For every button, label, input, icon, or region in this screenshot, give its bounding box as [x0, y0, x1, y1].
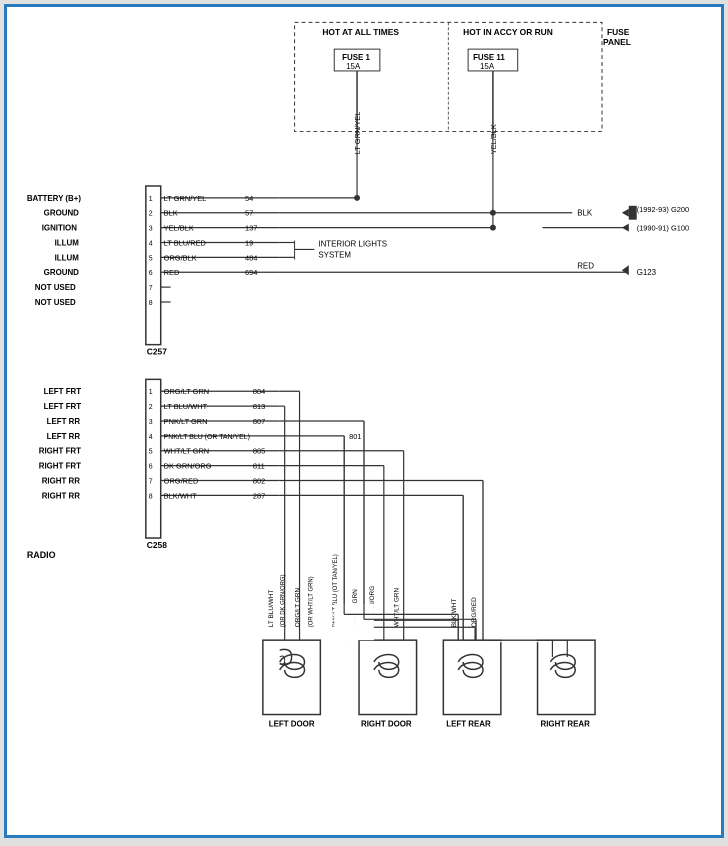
c258-pin3-wire: PNK/LT GRN [164, 417, 208, 426]
c258-pin8-id: 287 [253, 491, 265, 500]
svg-text:7: 7 [149, 478, 153, 485]
left-rr1-label: LEFT RR [47, 417, 81, 426]
fuse1-value: 15A [346, 62, 361, 71]
left-frt1-label: LEFT FRT [44, 387, 82, 396]
red-wire-label: RED [577, 261, 594, 270]
pin4-wire: LT BLU/RED [164, 238, 206, 247]
pin3-wire: YEL/BLK [164, 224, 194, 233]
svg-text:PANEL: PANEL [603, 37, 631, 47]
c258-pin1-id: 804 [253, 387, 265, 396]
ground2-label: GROUND [44, 268, 79, 277]
pin5-wire: ORG/BLK [164, 253, 197, 262]
svg-text:6: 6 [149, 270, 153, 277]
c258-pin2-wire: LT BLU/WHT [164, 402, 208, 411]
svg-text:4: 4 [149, 240, 153, 247]
svg-text:5: 5 [149, 449, 153, 456]
c258-pin2-id: 813 [253, 402, 265, 411]
pin6-wire: RED [164, 268, 180, 277]
left-frt2-label: LEFT FRT [44, 402, 82, 411]
ignition-label: IGNITION [42, 224, 77, 233]
fuse11-label: FUSE 11 [473, 53, 505, 62]
g100-label: (1990-91) G100 [637, 224, 689, 233]
svg-text:8: 8 [149, 300, 153, 307]
pin3-id: 137 [245, 224, 257, 233]
c258-pin6-id: 811 [253, 462, 265, 471]
left-door-wire2: ORG/LT GRN [295, 587, 302, 627]
svg-text:1: 1 [149, 196, 153, 203]
right-frt1-label: RIGHT FRT [39, 447, 81, 456]
diagram-container: HOT AT ALL TIMES HOT IN ACCY OR RUN FUSE… [7, 7, 721, 835]
svg-text:7: 7 [149, 285, 153, 292]
svg-text:1: 1 [149, 389, 153, 396]
svg-text:2: 2 [149, 404, 153, 411]
svg-text:4: 4 [149, 434, 153, 441]
c258-pin7-wire: ORG/RED [164, 476, 199, 485]
c258-pin8-wire: BLK/WHT [164, 491, 197, 500]
svg-text:6: 6 [149, 464, 153, 471]
fuse-panel-label: FUSE [607, 27, 630, 37]
radio-label: RADIO [27, 550, 56, 560]
pin6-id: 694 [245, 268, 257, 277]
not-used1-label: NOT USED [35, 283, 76, 292]
g123-label: G123 [637, 268, 657, 277]
svg-text:8: 8 [149, 493, 153, 500]
not-used2-label: NOT USED [35, 298, 76, 307]
c258-pin5-wire: WHT/LT GRN [164, 447, 210, 456]
svg-text:5: 5 [149, 255, 153, 262]
c258-pin5-id: 805 [253, 447, 265, 456]
svg-text:3: 3 [149, 419, 153, 426]
left-rear-label: LEFT REAR [446, 719, 491, 728]
battery-label: BATTERY (B+) [27, 194, 82, 203]
svg-text:3: 3 [149, 226, 153, 233]
illum1-label: ILLUM [55, 238, 80, 247]
blk-wire-label: BLK [577, 209, 593, 218]
c258-pin1-wire: ORG/LT GRN [164, 387, 210, 396]
diagram-border: HOT AT ALL TIMES HOT IN ACCY OR RUN FUSE… [4, 4, 724, 838]
interior-lights-label: INTERIOR LIGHTS [318, 239, 387, 248]
left-door-wire1b: (OR DK GRN/ORG) [281, 574, 287, 627]
ground1-label: GROUND [44, 209, 79, 218]
c258-pin7-id: 802 [253, 476, 265, 485]
illum2-label: ILLUM [55, 253, 80, 262]
c258-pin3-id: 807 [253, 417, 265, 426]
system-label: SYSTEM [318, 250, 351, 259]
right-rr2-label: RIGHT RR [42, 491, 81, 500]
right-rear-label: RIGHT REAR [541, 719, 591, 728]
left-door-wire2b: (OR WHT/LT GRN) [308, 576, 314, 627]
right-rear-wire2: ORG/RED [471, 597, 478, 627]
pin5-id: 484 [245, 253, 257, 262]
pin4-id: 19 [245, 238, 253, 247]
pin1-wire: LT GRN/YEL [164, 194, 207, 203]
left-door-wire1: LT BLU/WHT [268, 590, 275, 628]
right-frt2-label: RIGHT FRT [39, 462, 81, 471]
left-rr2-label: LEFT RR [47, 432, 81, 441]
fuse1-label: FUSE 1 [342, 53, 370, 62]
left-door-label: LEFT DOOR [269, 719, 315, 728]
g200-label: (1992-93) G200 [637, 205, 689, 214]
pin1-id: 54 [245, 194, 253, 203]
c258-pin4-id: 801 [349, 432, 361, 441]
c258-pin4-wire: PNK/LT BLU (OR TAN/YEL) [164, 434, 250, 441]
c258-label: C258 [147, 540, 167, 550]
c258-pin6-wire: DK GRN/ORG [164, 462, 212, 471]
pin2-wire: BLK [164, 209, 178, 218]
right-door-label: RIGHT DOOR [361, 719, 412, 728]
hot-at-all-times-label: HOT AT ALL TIMES [322, 27, 399, 37]
right-rear-wire1: BLK/WHT [451, 599, 458, 628]
right-rr1-label: RIGHT RR [42, 476, 81, 485]
svg-text:2: 2 [149, 211, 153, 218]
c257-label: C257 [147, 347, 167, 357]
fuse11-value: 15A [480, 62, 495, 71]
pin2-id: 57 [245, 209, 253, 218]
hot-in-accy-label: HOT IN ACCY OR RUN [463, 27, 553, 37]
right-door-wire2: WHT/LT GRN [394, 587, 401, 627]
